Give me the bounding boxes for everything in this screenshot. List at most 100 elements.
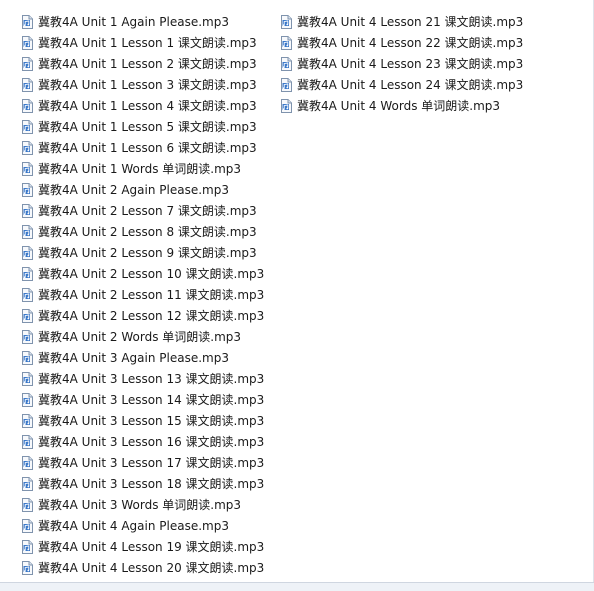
audio-file-icon (281, 14, 292, 29)
audio-file-icon (22, 161, 33, 176)
status-bar (0, 582, 594, 591)
audio-file-icon (22, 476, 33, 491)
file-item[interactable]: 冀教4A Unit 4 Lesson 22 课文朗读.mp3 (279, 32, 523, 53)
file-name: 冀教4A Unit 1 Lesson 2 课文朗读.mp3 (38, 57, 257, 71)
file-item[interactable]: 冀教4A Unit 1 Lesson 1 课文朗读.mp3 (20, 32, 264, 53)
file-name: 冀教4A Unit 2 Words 单词朗读.mp3 (38, 330, 242, 344)
file-item[interactable]: 冀教4A Unit 2 Lesson 8 课文朗读.mp3 (20, 221, 264, 242)
audio-file-icon (22, 455, 33, 470)
file-item[interactable]: 冀教4A Unit 3 Lesson 15 课文朗读.mp3 (20, 410, 264, 431)
file-item[interactable]: 冀教4A Unit 2 Lesson 12 课文朗读.mp3 (20, 305, 264, 326)
file-item[interactable]: 冀教4A Unit 3 Lesson 18 课文朗读.mp3 (20, 473, 264, 494)
file-item[interactable]: 冀教4A Unit 4 Lesson 20 课文朗读.mp3 (20, 557, 264, 578)
audio-file-icon (22, 245, 33, 260)
file-name: 冀教4A Unit 1 Lesson 6 课文朗读.mp3 (38, 141, 257, 155)
file-list-pane: 冀教4A Unit 1 Again Please.mp3 冀教4A Unit 1… (0, 0, 594, 591)
file-name: 冀教4A Unit 3 Lesson 16 课文朗读.mp3 (38, 435, 265, 449)
file-name: 冀教4A Unit 1 Lesson 5 课文朗读.mp3 (38, 120, 257, 134)
audio-file-icon (22, 308, 33, 323)
file-item[interactable]: 冀教4A Unit 2 Lesson 9 课文朗读.mp3 (20, 242, 264, 263)
file-name: 冀教4A Unit 3 Words 单词朗读.mp3 (38, 498, 242, 512)
file-name: 冀教4A Unit 4 Lesson 23 课文朗读.mp3 (297, 57, 524, 71)
audio-file-icon (281, 56, 292, 71)
file-item[interactable]: 冀教4A Unit 1 Words 单词朗读.mp3 (20, 158, 264, 179)
audio-file-icon (22, 77, 33, 92)
audio-file-icon (22, 35, 33, 50)
audio-file-icon (22, 203, 33, 218)
file-name: 冀教4A Unit 2 Lesson 10 课文朗读.mp3 (38, 267, 265, 281)
file-item[interactable]: 冀教4A Unit 2 Lesson 11 课文朗读.mp3 (20, 284, 264, 305)
audio-file-icon (281, 77, 292, 92)
audio-file-icon (22, 350, 33, 365)
audio-file-icon (22, 539, 33, 554)
file-name: 冀教4A Unit 4 Lesson 24 课文朗读.mp3 (297, 78, 524, 92)
file-item[interactable]: 冀教4A Unit 4 Lesson 19 课文朗读.mp3 (20, 536, 264, 557)
file-name: 冀教4A Unit 3 Lesson 13 课文朗读.mp3 (38, 372, 265, 386)
file-name: 冀教4A Unit 4 Words 单词朗读.mp3 (297, 99, 501, 113)
file-item[interactable]: 冀教4A Unit 1 Lesson 3 课文朗读.mp3 (20, 74, 264, 95)
audio-file-icon (22, 266, 33, 281)
audio-file-icon (22, 224, 33, 239)
file-column-2: 冀教4A Unit 4 Lesson 21 课文朗读.mp3 冀教4A Unit… (279, 11, 523, 116)
file-item[interactable]: 冀教4A Unit 1 Lesson 2 课文朗读.mp3 (20, 53, 264, 74)
file-item[interactable]: 冀教4A Unit 3 Lesson 14 课文朗读.mp3 (20, 389, 264, 410)
audio-file-icon (22, 140, 33, 155)
file-name: 冀教4A Unit 2 Lesson 11 课文朗读.mp3 (38, 288, 265, 302)
audio-file-icon (22, 182, 33, 197)
audio-file-icon (22, 560, 33, 575)
audio-file-icon (22, 119, 33, 134)
audio-file-icon (281, 35, 292, 50)
file-name: 冀教4A Unit 1 Again Please.mp3 (38, 15, 229, 29)
audio-file-icon (22, 392, 33, 407)
file-column-1: 冀教4A Unit 1 Again Please.mp3 冀教4A Unit 1… (20, 11, 264, 578)
file-item[interactable]: 冀教4A Unit 4 Lesson 21 课文朗读.mp3 (279, 11, 523, 32)
file-name: 冀教4A Unit 2 Again Please.mp3 (38, 183, 229, 197)
audio-file-icon (281, 98, 292, 113)
audio-file-icon (22, 329, 33, 344)
file-item[interactable]: 冀教4A Unit 3 Lesson 16 课文朗读.mp3 (20, 431, 264, 452)
file-name: 冀教4A Unit 2 Lesson 9 课文朗读.mp3 (38, 246, 257, 260)
file-name: 冀教4A Unit 3 Lesson 18 课文朗读.mp3 (38, 477, 265, 491)
file-name: 冀教4A Unit 3 Lesson 14 课文朗读.mp3 (38, 393, 265, 407)
file-name: 冀教4A Unit 1 Lesson 1 课文朗读.mp3 (38, 36, 257, 50)
file-item[interactable]: 冀教4A Unit 2 Lesson 10 课文朗读.mp3 (20, 263, 264, 284)
file-item[interactable]: 冀教4A Unit 3 Words 单词朗读.mp3 (20, 494, 264, 515)
file-name: 冀教4A Unit 4 Lesson 20 课文朗读.mp3 (38, 561, 265, 575)
file-item[interactable]: 冀教4A Unit 2 Words 单词朗读.mp3 (20, 326, 264, 347)
file-item[interactable]: 冀教4A Unit 4 Lesson 23 课文朗读.mp3 (279, 53, 523, 74)
file-item[interactable]: 冀教4A Unit 1 Lesson 4 课文朗读.mp3 (20, 95, 264, 116)
file-name: 冀教4A Unit 2 Lesson 8 课文朗读.mp3 (38, 225, 257, 239)
audio-file-icon (22, 413, 33, 428)
audio-file-icon (22, 518, 33, 533)
file-item[interactable]: 冀教4A Unit 2 Again Please.mp3 (20, 179, 264, 200)
file-name: 冀教4A Unit 1 Lesson 3 课文朗读.mp3 (38, 78, 257, 92)
file-name: 冀教4A Unit 2 Lesson 7 课文朗读.mp3 (38, 204, 257, 218)
file-item[interactable]: 冀教4A Unit 4 Lesson 24 课文朗读.mp3 (279, 74, 523, 95)
file-item[interactable]: 冀教4A Unit 4 Words 单词朗读.mp3 (279, 95, 523, 116)
file-item[interactable]: 冀教4A Unit 4 Again Please.mp3 (20, 515, 264, 536)
file-name: 冀教4A Unit 2 Lesson 12 课文朗读.mp3 (38, 309, 265, 323)
file-item[interactable]: 冀教4A Unit 3 Lesson 17 课文朗读.mp3 (20, 452, 264, 473)
file-item[interactable]: 冀教4A Unit 3 Again Please.mp3 (20, 347, 264, 368)
file-name: 冀教4A Unit 3 Lesson 17 课文朗读.mp3 (38, 456, 265, 470)
audio-file-icon (22, 434, 33, 449)
file-name: 冀教4A Unit 4 Again Please.mp3 (38, 519, 229, 533)
file-item[interactable]: 冀教4A Unit 1 Lesson 6 课文朗读.mp3 (20, 137, 264, 158)
audio-file-icon (22, 497, 33, 512)
audio-file-icon (22, 287, 33, 302)
file-item[interactable]: 冀教4A Unit 3 Lesson 13 课文朗读.mp3 (20, 368, 264, 389)
file-name: 冀教4A Unit 4 Lesson 22 课文朗读.mp3 (297, 36, 524, 50)
file-name: 冀教4A Unit 3 Again Please.mp3 (38, 351, 229, 365)
audio-file-icon (22, 371, 33, 386)
file-name: 冀教4A Unit 3 Lesson 15 课文朗读.mp3 (38, 414, 265, 428)
file-item[interactable]: 冀教4A Unit 1 Lesson 5 课文朗读.mp3 (20, 116, 264, 137)
file-item[interactable]: 冀教4A Unit 2 Lesson 7 课文朗读.mp3 (20, 200, 264, 221)
file-item[interactable]: 冀教4A Unit 1 Again Please.mp3 (20, 11, 264, 32)
audio-file-icon (22, 98, 33, 113)
file-name: 冀教4A Unit 1 Words 单词朗读.mp3 (38, 162, 242, 176)
file-name: 冀教4A Unit 4 Lesson 21 课文朗读.mp3 (297, 15, 524, 29)
file-name: 冀教4A Unit 4 Lesson 19 课文朗读.mp3 (38, 540, 265, 554)
audio-file-icon (22, 14, 33, 29)
audio-file-icon (22, 56, 33, 71)
file-name: 冀教4A Unit 1 Lesson 4 课文朗读.mp3 (38, 99, 257, 113)
